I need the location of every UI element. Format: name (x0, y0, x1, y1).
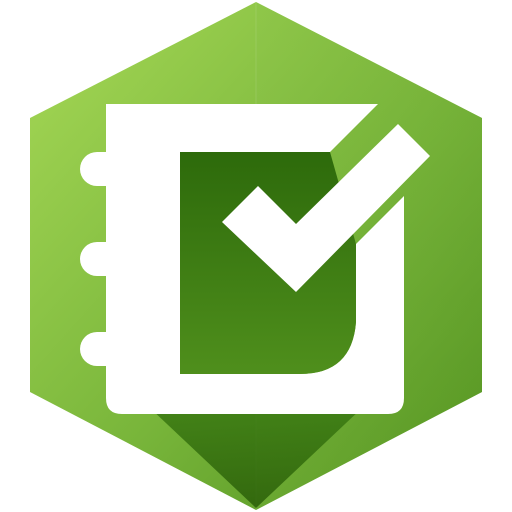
binding-ring-bottom (80, 332, 158, 366)
binding-ring-middle (80, 242, 158, 276)
binding-ring-top (80, 152, 158, 186)
survey-checklist-icon (30, 2, 482, 510)
notebook-glyph (80, 104, 430, 414)
app-icon-canvas (0, 0, 512, 512)
